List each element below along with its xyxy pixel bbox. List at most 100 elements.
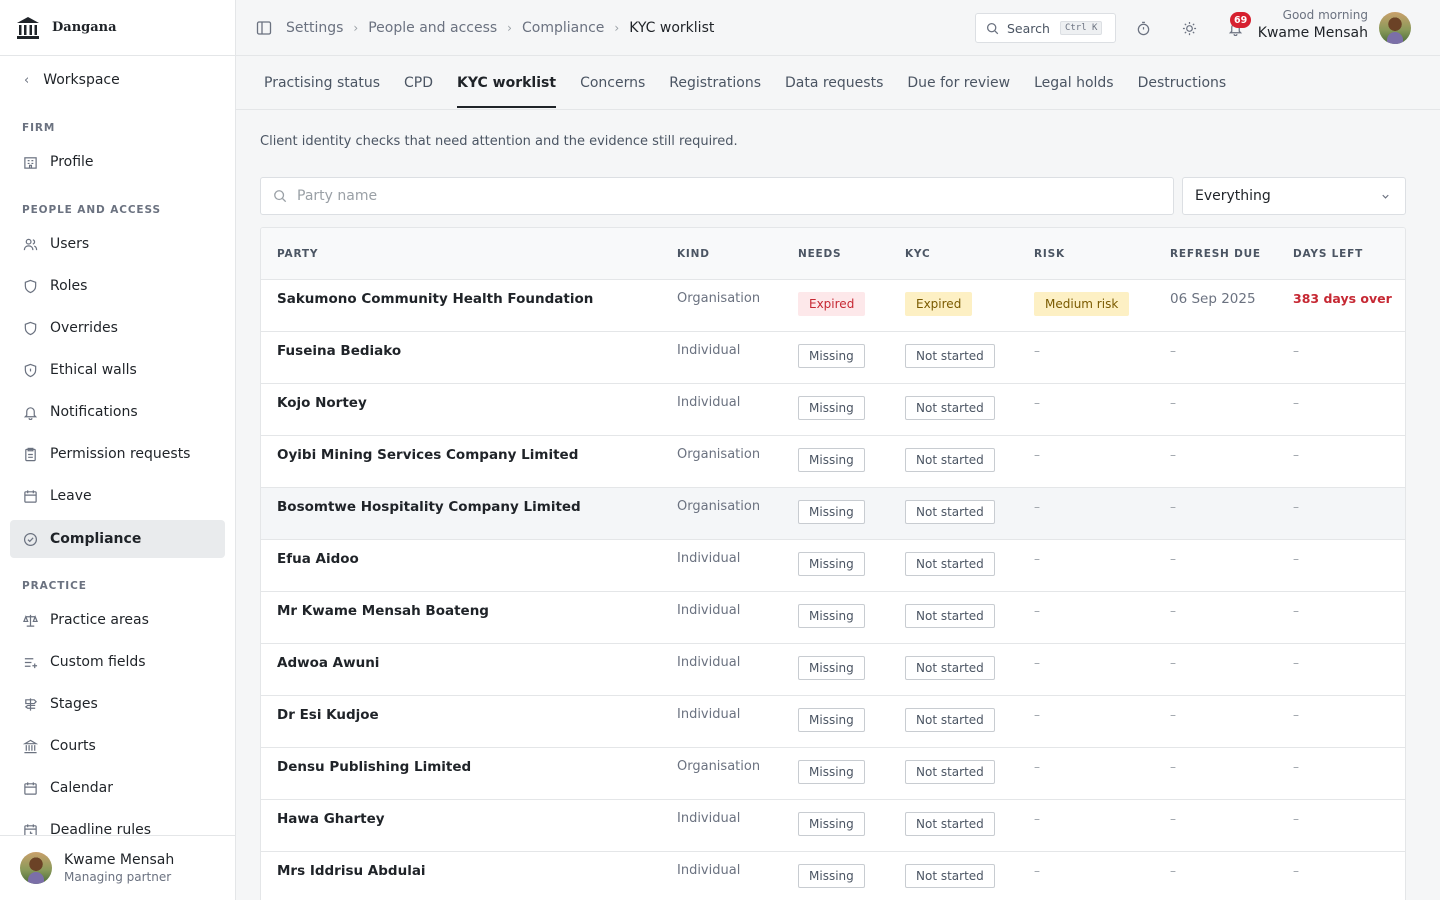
sidebar-item-calendar[interactable]: Calendar: [10, 769, 225, 807]
clipboard-icon: [22, 446, 38, 462]
risk-value: –: [1034, 396, 1040, 410]
sidebar-item-permission-requests[interactable]: Permission requests: [10, 435, 225, 473]
tab-practising-status[interactable]: Practising status: [252, 56, 392, 110]
sidebar-user-card[interactable]: Kwame Mensah Managing partner: [0, 835, 235, 900]
signpost-icon: [22, 696, 38, 712]
table-row[interactable]: Fuseina Bediako Individual Missing Not s…: [261, 332, 1405, 384]
refresh-due-date: –: [1170, 864, 1176, 878]
party-search-input[interactable]: [297, 188, 1157, 204]
calendar-icon: [22, 780, 38, 796]
needs-badge: Missing: [798, 864, 865, 888]
sidebar-item-ethical-walls[interactable]: Ethical walls: [10, 351, 225, 389]
kyc-status-badge: Not started: [905, 760, 995, 784]
days-left: –: [1293, 864, 1299, 878]
days-left: 383 days over: [1293, 291, 1392, 306]
tab-kyc-worklist[interactable]: KYC worklist: [445, 56, 568, 110]
chevron-right-icon: ›: [507, 21, 512, 35]
table-row[interactable]: Densu Publishing Limited Organisation Mi…: [261, 748, 1405, 800]
party-name[interactable]: Sakumono Community Health Foundation: [277, 291, 593, 307]
table-row[interactable]: Kojo Nortey Individual Missing Not start…: [261, 384, 1405, 436]
tab-concerns[interactable]: Concerns: [568, 56, 657, 110]
table-row[interactable]: Bosomtwe Hospitality Company Limited Org…: [261, 488, 1405, 540]
needs-badge: Missing: [798, 760, 865, 784]
party-name[interactable]: Fuseina Bediako: [277, 343, 401, 359]
needs-badge: Missing: [798, 344, 865, 368]
kyc-status-badge: Not started: [905, 604, 995, 628]
party-search-field[interactable]: [260, 177, 1174, 215]
shield-lock-icon: [22, 362, 38, 378]
party-kind: Organisation: [677, 759, 761, 774]
kyc-status-badge: Expired: [905, 292, 973, 316]
list-plus-icon: [22, 654, 38, 670]
table-row[interactable]: Oyibi Mining Services Company Limited Or…: [261, 436, 1405, 488]
needs-badge: Missing: [798, 552, 865, 576]
tab-data-requests[interactable]: Data requests: [773, 56, 895, 110]
days-left: –: [1293, 396, 1299, 410]
column-header-kyc[interactable]: KYC: [905, 248, 930, 260]
avatar: [20, 852, 52, 884]
party-kind: Individual: [677, 707, 741, 722]
sidebar-item-users[interactable]: Users: [10, 225, 225, 263]
party-name[interactable]: Hawa Ghartey: [277, 811, 385, 827]
scope-select-value: Everything: [1195, 188, 1271, 204]
party-name[interactable]: Bosomtwe Hospitality Company Limited: [277, 499, 581, 515]
party-name[interactable]: Oyibi Mining Services Company Limited: [277, 447, 578, 463]
kyc-status-badge: Not started: [905, 812, 995, 836]
sidebar-item-roles[interactable]: Roles: [10, 267, 225, 305]
sidebar-item-custom-fields[interactable]: Custom fields: [10, 643, 225, 681]
table-row[interactable]: Hawa Ghartey Individual Missing Not star…: [261, 800, 1405, 852]
table-row[interactable]: Sakumono Community Health Foundation Org…: [261, 280, 1405, 332]
table-row[interactable]: Dr Esi Kudjoe Individual Missing Not sta…: [261, 696, 1405, 748]
needs-badge: Missing: [798, 500, 865, 524]
breadcrumb-settings[interactable]: Settings: [286, 20, 343, 36]
sidebar-item-notifications[interactable]: Notifications: [10, 393, 225, 431]
column-header-kind[interactable]: KIND: [677, 248, 710, 260]
header-avatar[interactable]: [1379, 12, 1411, 44]
brand[interactable]: Dangana: [0, 0, 235, 56]
party-name[interactable]: Adwoa Awuni: [277, 655, 379, 671]
bell-icon: [22, 404, 38, 420]
table-row[interactable]: Mr Kwame Mensah Boateng Individual Missi…: [261, 592, 1405, 644]
tab-destructions[interactable]: Destructions: [1126, 56, 1239, 110]
table-row[interactable]: Mrs Iddrisu Abdulai Individual Missing N…: [261, 852, 1405, 900]
column-header-refresh-due[interactable]: REFRESH DUE: [1170, 248, 1261, 260]
sidebar-item-stages[interactable]: Stages: [10, 685, 225, 723]
sidebar-item-label: Profile: [50, 154, 94, 170]
sidebar-item-courts[interactable]: Courts: [10, 727, 225, 765]
sidebar-toggle-icon[interactable]: [256, 20, 272, 40]
sidebar-item-overrides[interactable]: Overrides: [10, 309, 225, 347]
refresh-due-date: –: [1170, 500, 1176, 514]
chevron-left-icon: ‹: [24, 72, 30, 88]
party-name[interactable]: Mr Kwame Mensah Boateng: [277, 603, 489, 619]
breadcrumb-people-access[interactable]: People and access: [368, 20, 497, 36]
sidebar-item-leave[interactable]: Leave: [10, 477, 225, 515]
tab-due-for-review[interactable]: Due for review: [895, 56, 1022, 110]
party-name[interactable]: Mrs Iddrisu Abdulai: [277, 863, 426, 879]
party-name[interactable]: Dr Esi Kudjoe: [277, 707, 379, 723]
column-header-risk[interactable]: RISK: [1034, 248, 1065, 260]
tab-registrations[interactable]: Registrations: [657, 56, 773, 110]
global-search-button[interactable]: Search Ctrl K: [975, 13, 1116, 43]
needs-badge: Missing: [798, 812, 865, 836]
timer-icon[interactable]: [1134, 19, 1152, 37]
column-header-needs[interactable]: NEEDS: [798, 248, 841, 260]
refresh-due-date: –: [1170, 656, 1176, 670]
days-left: –: [1293, 552, 1299, 566]
sidebar-item-compliance[interactable]: Compliance: [10, 520, 225, 558]
sidebar-item-profile[interactable]: Profile: [10, 143, 225, 181]
scope-select[interactable]: Everything: [1182, 177, 1406, 215]
column-header-days-left[interactable]: DAYS LEFT: [1293, 248, 1363, 260]
column-header-party[interactable]: PARTY: [277, 248, 318, 260]
party-name[interactable]: Densu Publishing Limited: [277, 759, 471, 775]
table-row[interactable]: Adwoa Awuni Individual Missing Not start…: [261, 644, 1405, 696]
party-name[interactable]: Kojo Nortey: [277, 395, 367, 411]
tab-cpd[interactable]: CPD: [392, 56, 445, 110]
tab-legal-holds[interactable]: Legal holds: [1022, 56, 1125, 110]
workspace-back-link[interactable]: ‹ Workspace: [10, 62, 225, 98]
table-row[interactable]: Efua Aidoo Individual Missing Not starte…: [261, 540, 1405, 592]
sidebar-item-practice-areas[interactable]: Practice areas: [10, 601, 225, 639]
breadcrumb-compliance[interactable]: Compliance: [522, 20, 604, 36]
sun-icon[interactable]: [1180, 19, 1198, 37]
party-name[interactable]: Efua Aidoo: [277, 551, 359, 567]
calendar-icon: [22, 488, 38, 504]
